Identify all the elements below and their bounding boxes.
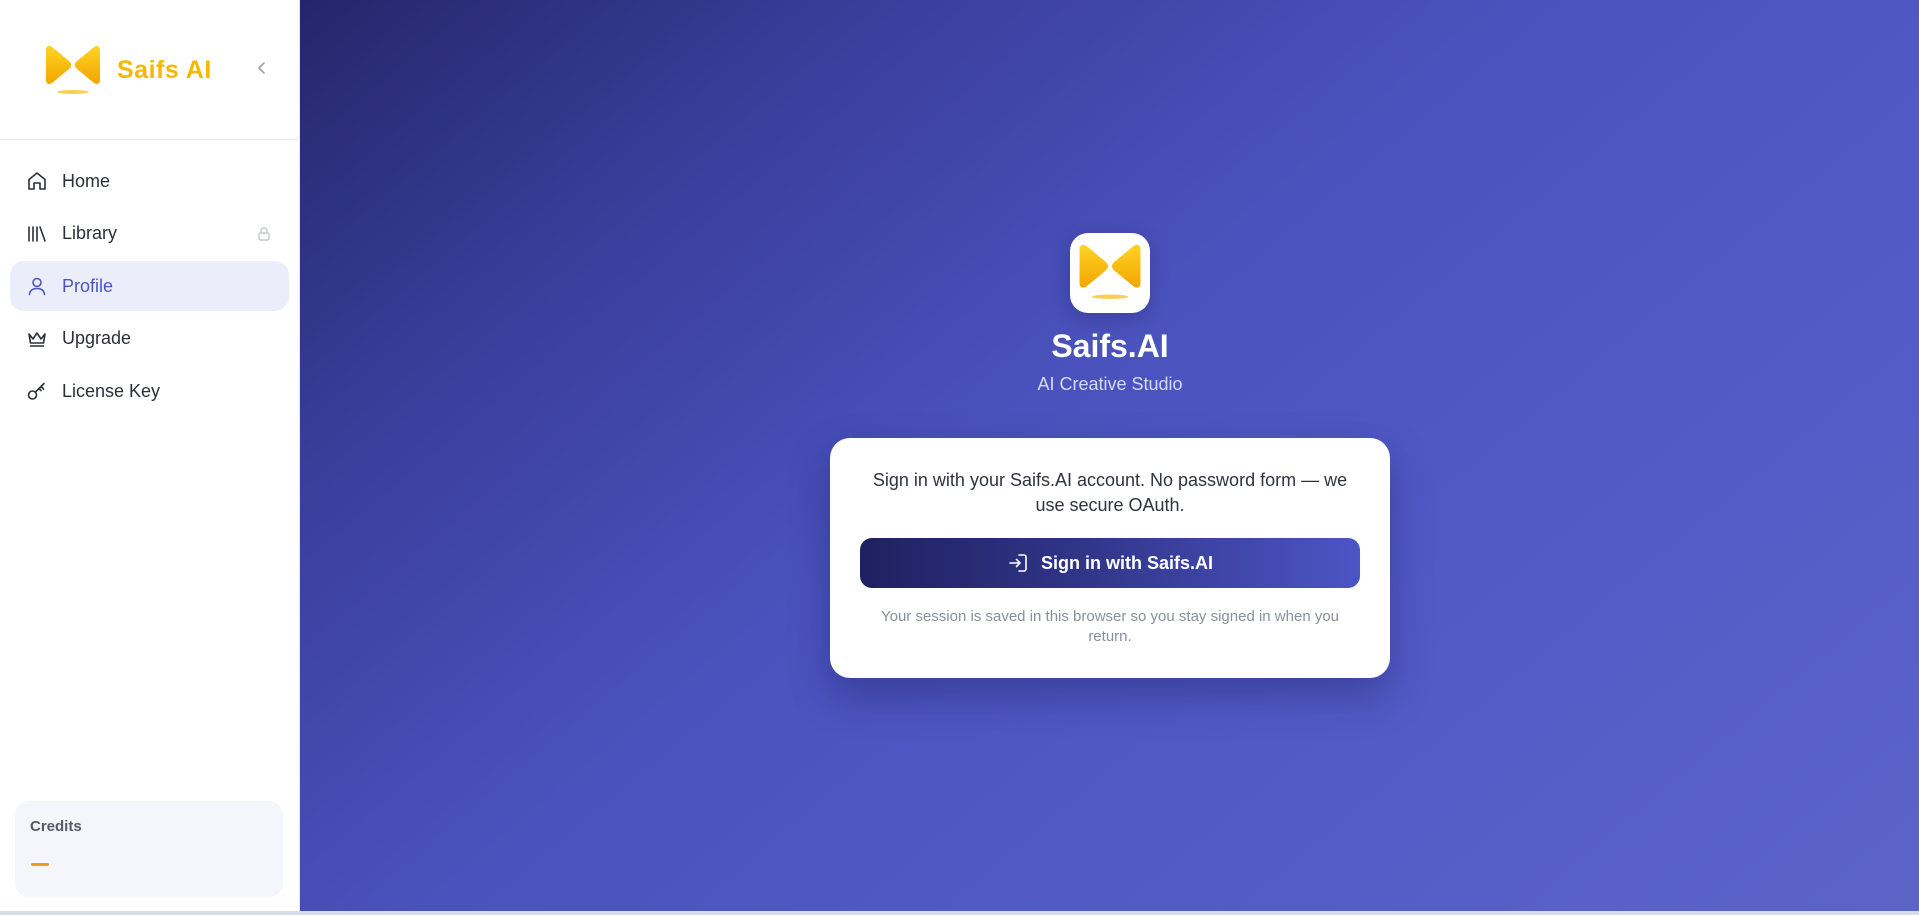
sidebar-item-profile[interactable]: Profile [10,261,289,311]
sidebar-item-home[interactable]: Home [10,156,289,206]
crown-icon [25,327,49,351]
sidebar-item-label: Home [62,170,111,191]
credits-title: Credits [30,818,82,835]
sidebar-item-label: License Key [62,380,161,401]
window-bottom-edge [0,911,1919,915]
app-window: Saifs AI Home Library Profile Upgrade Li… [0,0,1919,915]
collapse-sidebar-button[interactable] [250,56,274,80]
library-icon [25,222,49,246]
chevron-left-icon [258,62,265,74]
lock-icon [258,226,270,241]
signin-description: Sign in with your Saifs.AI account. No p… [872,470,1348,515]
saifs-logo-icon [1079,244,1141,299]
brand-header: Saifs AI [0,0,300,140]
signin-button[interactable]: Sign in with Saifs.AI [860,538,1360,588]
sidebar-item-license-key[interactable]: License Key [10,366,289,416]
sidebar-item-label: Library [62,223,118,243]
home-icon [25,169,49,193]
saifs-logo-icon [46,46,100,94]
credits-value-placeholder [31,863,49,866]
main-content: Saifs.AI AI Creative Studio Sign in with… [300,0,1919,911]
credits-panel: Credits [15,801,283,897]
app-logo [1070,233,1150,313]
sidebar: Saifs AI Home Library Profile Upgrade Li… [0,0,300,911]
signin-button-label: Sign in with Saifs.AI [1040,552,1213,573]
sidebar-item-upgrade[interactable]: Upgrade [10,314,289,364]
sidebar-nav: Home Library Profile Upgrade License Key [10,156,289,419]
user-icon [25,274,49,298]
app-subtitle: AI Creative Studio [1037,374,1183,394]
session-note: Your session is saved in this browser so… [880,608,1340,645]
sidebar-item-label: Upgrade [62,328,132,348]
sidebar-item-label: Profile [62,275,114,296]
app-title: Saifs.AI [1051,328,1169,364]
brand-name: Saifs AI [117,56,212,84]
key-icon [25,379,49,403]
sidebar-item-library[interactable]: Library [10,209,289,259]
login-icon [1007,551,1031,575]
signin-card: Sign in with your Saifs.AI account. No p… [830,438,1390,678]
